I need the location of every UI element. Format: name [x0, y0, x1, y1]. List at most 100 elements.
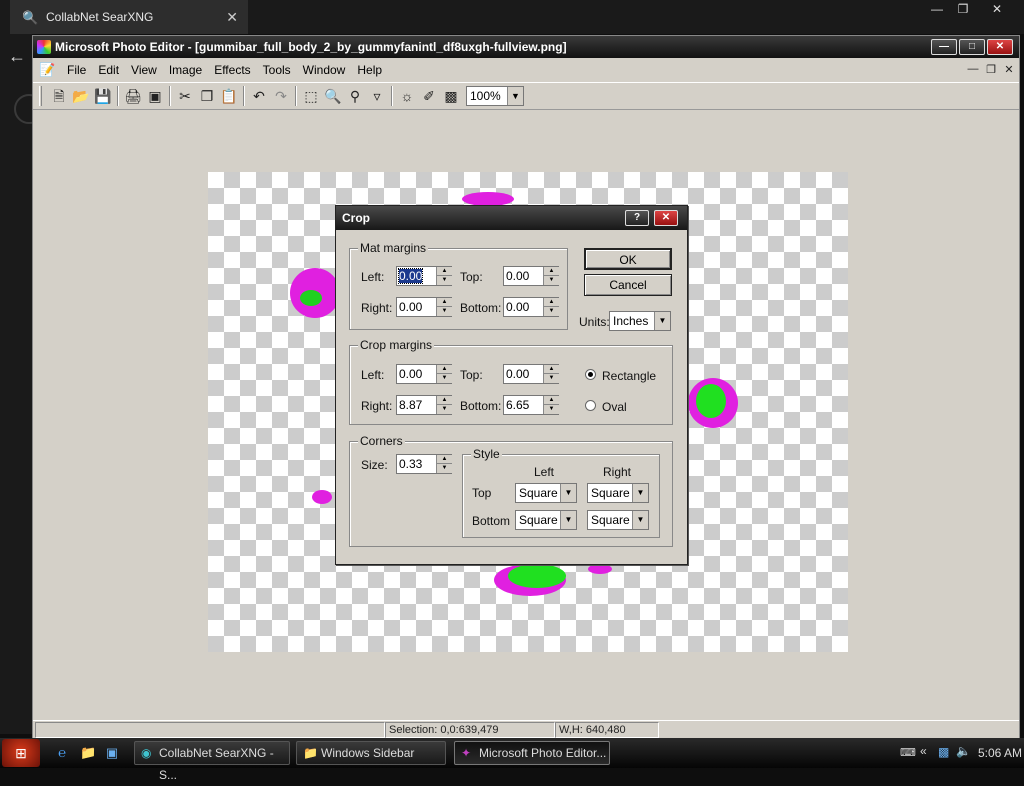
top-right-style-value: Square [591, 486, 630, 500]
crop-margins-label: Crop margins [358, 338, 435, 352]
browser-icon: ◉ [141, 746, 152, 760]
toolbar-grip[interactable] [39, 86, 42, 106]
browser-restore-button[interactable]: ❐ [946, 0, 980, 18]
ok-button[interactable]: OK [584, 248, 672, 270]
mat-left-input[interactable]: 0.00 ▲ ▼ [396, 266, 452, 286]
image-settings-icon[interactable]: ▩ [440, 85, 462, 107]
clock[interactable]: 5:06 AM [978, 746, 1022, 760]
undo-icon[interactable]: ↶ [248, 85, 270, 107]
redo-icon[interactable]: ↷ [270, 85, 292, 107]
app-title-bar: Microsoft Photo Editor - [gummibar_full_… [33, 36, 1019, 58]
chevron-down-icon: ▼ [507, 87, 523, 105]
menu-help[interactable]: Help [351, 63, 388, 77]
bottom-right-style-select[interactable]: Square ▼ [587, 510, 649, 530]
bottom-left-style-select[interactable]: Square ▼ [515, 510, 577, 530]
network-icon[interactable]: ▩ [938, 745, 949, 759]
browser-tab[interactable]: 🔍 CollabNet SearXNG ✕ [10, 0, 248, 34]
mat-bottom-label: Bottom: [460, 301, 502, 315]
crop-top-input[interactable]: 0.00 ▲ ▼ [503, 364, 559, 384]
dialog-close-button[interactable]: ✕ [654, 210, 678, 226]
image-fragment [462, 192, 514, 206]
open-icon[interactable]: 📂 [70, 85, 92, 107]
doc-restore-button[interactable]: ❐ [983, 63, 999, 77]
volume-icon[interactable]: 🔈 [956, 744, 971, 758]
corner-size-input[interactable]: 0.33 ▲ ▼ [396, 454, 452, 474]
paste-icon[interactable]: 📋 [218, 85, 240, 107]
menu-effects[interactable]: Effects [208, 63, 256, 77]
menu-window[interactable]: Window [297, 63, 352, 77]
menu-edit[interactable]: Edit [92, 63, 125, 77]
zoom-value: 100% [470, 89, 501, 103]
spin-arrows[interactable]: ▲ ▼ [436, 267, 452, 285]
new-icon[interactable]: 🗎 [48, 85, 70, 107]
crop-left-input[interactable]: 0.00 ▲ ▼ [396, 364, 452, 384]
menu-bar: 📝 File Edit View Image Effects Tools Win… [33, 59, 1019, 81]
units-select[interactable]: Inches ▼ [609, 311, 671, 331]
spin-arrows[interactable]: ▲ ▼ [436, 455, 452, 473]
crop-right-input[interactable]: 8.87 ▲ ▼ [396, 395, 452, 415]
taskbar-item-browser[interactable]: ◉ CollabNet SearXNG - S... [134, 741, 290, 782]
crop-bottom-value: 6.65 [506, 398, 530, 412]
cut-icon[interactable]: ✂ [174, 85, 196, 107]
back-arrow-icon[interactable]: ← [8, 46, 26, 67]
document-icon: 📝 [39, 62, 56, 77]
doc-close-button[interactable]: ✕ [1001, 63, 1017, 77]
oval-label: Oval [602, 400, 627, 414]
scan-icon[interactable]: ▣ [144, 85, 166, 107]
menu-view[interactable]: View [125, 63, 163, 77]
oval-radio[interactable] [585, 400, 596, 411]
spin-arrows[interactable]: ▲ ▼ [436, 298, 452, 316]
cancel-button[interactable]: Cancel [584, 274, 672, 296]
save-icon[interactable]: 💾 [92, 85, 114, 107]
print-icon[interactable]: 🖨 [122, 85, 144, 107]
top-left-style-select[interactable]: Square ▼ [515, 483, 577, 503]
sun-icon[interactable]: ☼ [396, 85, 418, 107]
mat-right-input[interactable]: 0.00 ▲ ▼ [396, 297, 452, 317]
chevron-down-icon: ▼ [560, 511, 576, 529]
menu-file[interactable]: File [61, 63, 92, 77]
taskbar-item-photo-editor[interactable]: ✦ Microsoft Photo Editor... [454, 741, 610, 765]
media-icon[interactable]: ▣ [104, 745, 120, 761]
rectangle-radio[interactable] [585, 369, 596, 380]
mat-top-input[interactable]: 0.00 ▲ ▼ [503, 266, 559, 286]
brush-icon[interactable]: ✐ [418, 85, 440, 107]
start-button[interactable]: ⊞ [2, 739, 40, 767]
help-button[interactable]: ? [625, 210, 649, 226]
task-label: CollabNet SearXNG - S... [159, 746, 274, 782]
select-icon[interactable]: ⬚ [300, 85, 322, 107]
corner-size-label: Size: [361, 458, 388, 472]
copy-icon[interactable]: ❐ [196, 85, 218, 107]
menu-image[interactable]: Image [163, 63, 208, 77]
filter-icon[interactable]: ▿ [366, 85, 388, 107]
browser-close-button[interactable]: ✕ [980, 0, 1014, 18]
browser-side-panel: ← [0, 34, 44, 734]
ie-icon[interactable]: ℮ [54, 745, 70, 761]
pin-icon[interactable]: ⚲ [344, 85, 366, 107]
spin-arrows[interactable]: ▲ ▼ [543, 365, 559, 383]
top-right-style-select[interactable]: Square ▼ [587, 483, 649, 503]
mat-bottom-input[interactable]: 0.00 ▲ ▼ [503, 297, 559, 317]
spin-arrows[interactable]: ▲ ▼ [543, 396, 559, 414]
tab-title: CollabNet SearXNG [46, 10, 154, 24]
crop-bottom-input[interactable]: 6.65 ▲ ▼ [503, 395, 559, 415]
keyboard-icon[interactable]: ⌨ [900, 746, 916, 759]
folder-icon[interactable]: 📁 [80, 745, 96, 761]
crop-right-value: 8.87 [399, 398, 423, 412]
taskbar-item-sidebar[interactable]: 📁 Windows Sidebar [296, 741, 446, 765]
close-button[interactable]: ✕ [987, 39, 1013, 55]
tab-close-button[interactable]: ✕ [226, 9, 238, 26]
doc-minimize-button[interactable]: — [965, 63, 981, 77]
maximize-button[interactable]: □ [959, 39, 985, 55]
spin-arrows[interactable]: ▲ ▼ [436, 396, 452, 414]
menu-tools[interactable]: Tools [257, 63, 297, 77]
minimize-button[interactable]: — [931, 39, 957, 55]
spin-arrows[interactable]: ▲ ▼ [543, 298, 559, 316]
bottom-right-style-value: Square [591, 513, 630, 527]
image-fragment [508, 564, 566, 588]
spin-arrows[interactable]: ▲ ▼ [543, 267, 559, 285]
zoom-icon[interactable]: 🔍 [322, 85, 344, 107]
zoom-select[interactable]: 100% ▼ [466, 86, 524, 106]
image-fragment [312, 490, 332, 504]
spin-arrows[interactable]: ▲ ▼ [436, 365, 452, 383]
chevron-left-icon[interactable]: « [920, 744, 927, 758]
